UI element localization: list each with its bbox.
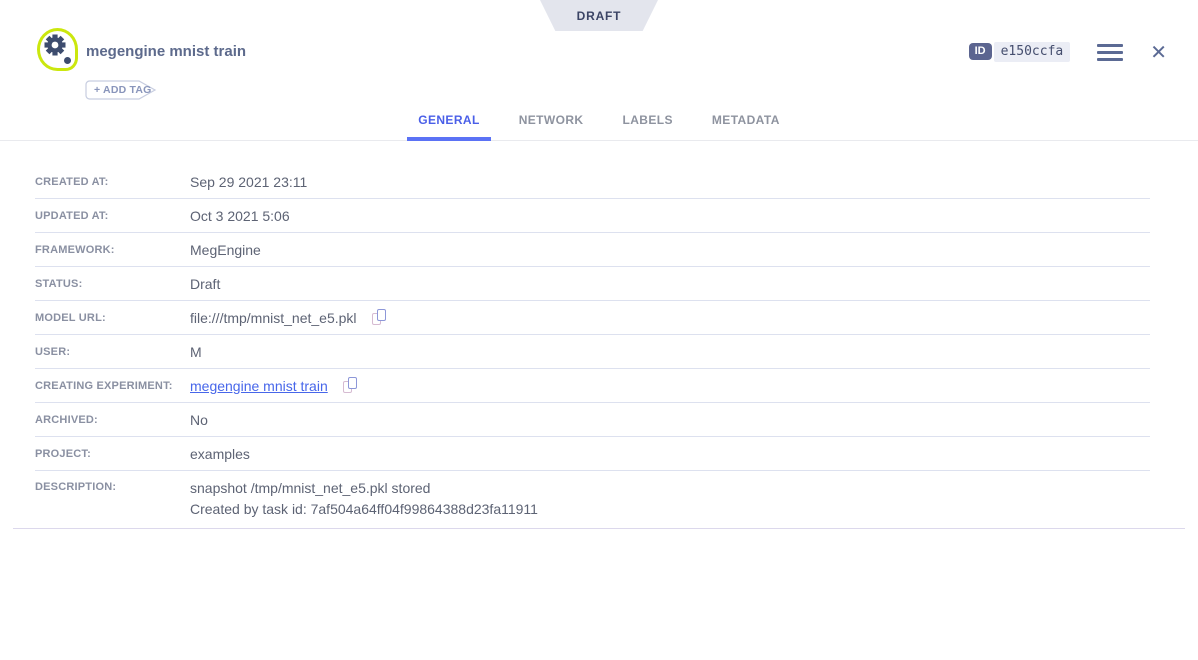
tab-metadata[interactable]: METADATA [701, 113, 791, 140]
value-text: No [190, 412, 208, 428]
value-text: Sep 29 2021 23:11 [190, 174, 307, 190]
close-icon[interactable]: ✕ [1150, 42, 1167, 62]
row-value: file:///tmp/mnist_net_e5.pkl [190, 309, 389, 326]
status-ribbon-label: DRAFT [577, 9, 622, 23]
row-label: CREATING EXPERIMENT: [35, 380, 190, 392]
tab-general[interactable]: GENERAL [407, 113, 490, 140]
add-tag-label: + ADD TAG [94, 84, 152, 96]
row-value: M [190, 344, 202, 360]
row-value: snapshot /tmp/mnist_net_e5.pkl storedCre… [190, 478, 538, 520]
row-value: Oct 3 2021 5:06 [190, 208, 290, 224]
detail-row: MODEL URL:file:///tmp/mnist_net_e5.pkl [35, 301, 1150, 335]
row-label: MODEL URL: [35, 312, 190, 324]
tabs: GENERAL NETWORK LABELS METADATA [0, 113, 1198, 140]
model-logo [36, 27, 82, 75]
value-text: M [190, 344, 202, 360]
description-line: Created by task id: 7af504a64ff04f998643… [190, 499, 538, 520]
detail-row: DESCRIPTION:snapshot /tmp/mnist_net_e5.p… [35, 471, 1150, 528]
logo-dot [64, 57, 71, 64]
header-controls: ID e150ccfa ✕ [969, 38, 1167, 66]
row-value: Sep 29 2021 23:11 [190, 174, 307, 190]
model-title: megengine mnist train [86, 43, 246, 60]
id-value: e150ccfa [994, 42, 1071, 63]
id-chip: ID [969, 43, 992, 60]
detail-row: UPDATED AT:Oct 3 2021 5:06 [35, 199, 1150, 233]
detail-row: PROJECT:examples [35, 437, 1150, 471]
gear-icon [42, 32, 68, 58]
row-label: PROJECT: [35, 448, 190, 460]
row-label: FRAMEWORK: [35, 244, 190, 256]
detail-row: CREATED AT:Sep 29 2021 23:11 [35, 165, 1150, 199]
row-value: Draft [190, 276, 220, 292]
row-label: STATUS: [35, 278, 190, 290]
value-text: Oct 3 2021 5:06 [190, 208, 290, 224]
value-text: examples [190, 446, 250, 462]
detail-row: CREATING EXPERIMENT:megengine mnist trai… [35, 369, 1150, 403]
hamburger-menu-icon[interactable] [1097, 42, 1123, 63]
status-ribbon: DRAFT [540, 0, 658, 31]
row-label: CREATED AT: [35, 176, 190, 188]
row-value: MegEngine [190, 242, 261, 258]
model-id-badge: ID e150ccfa [969, 42, 1071, 63]
description-line: snapshot /tmp/mnist_net_e5.pkl stored [190, 478, 538, 499]
add-tag-button[interactable]: + ADD TAG [85, 80, 159, 100]
detail-row: USER:M [35, 335, 1150, 369]
value-text: file:///tmp/mnist_net_e5.pkl [190, 310, 357, 326]
detail-row: STATUS:Draft [35, 267, 1150, 301]
row-label: DESCRIPTION: [35, 478, 190, 493]
row-value: examples [190, 446, 250, 462]
row-value: megengine mnist train [190, 377, 360, 394]
tab-network[interactable]: NETWORK [508, 113, 595, 140]
value-text: Draft [190, 276, 220, 292]
detail-row: ARCHIVED:No [35, 403, 1150, 437]
copy-icon[interactable] [372, 309, 389, 326]
experiment-link[interactable]: megengine mnist train [190, 378, 328, 394]
detail-row: FRAMEWORK:MegEngine [35, 233, 1150, 267]
copy-icon[interactable] [343, 377, 360, 394]
bottom-divider [13, 528, 1185, 529]
row-label: USER: [35, 346, 190, 358]
tab-labels[interactable]: LABELS [612, 113, 684, 140]
row-label: UPDATED AT: [35, 210, 190, 222]
row-label: ARCHIVED: [35, 414, 190, 426]
row-value: No [190, 412, 208, 428]
details-table: CREATED AT:Sep 29 2021 23:11UPDATED AT:O… [35, 165, 1150, 528]
value-text: MegEngine [190, 242, 261, 258]
